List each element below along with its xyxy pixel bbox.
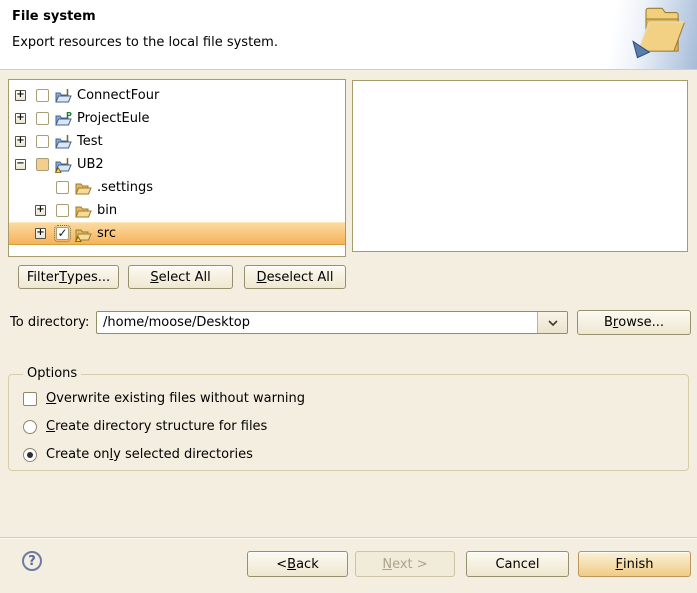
tree-item-label: .settings	[97, 180, 153, 195]
cancel-button[interactable]: Cancel	[466, 551, 569, 577]
expander-icon[interactable]: +	[35, 228, 46, 239]
expander-icon[interactable]: +	[35, 205, 46, 216]
checkbox[interactable]	[36, 135, 49, 148]
footer-separator	[0, 537, 697, 538]
project-p-icon: P	[55, 111, 72, 127]
select-all-button[interactable]: Select All	[128, 265, 233, 289]
checkbox[interactable]	[56, 204, 69, 217]
java-project-icon: J	[55, 88, 72, 104]
checkbox[interactable]	[36, 89, 49, 102]
browse-button[interactable]: Browse...	[577, 310, 691, 335]
expander-icon[interactable]: +	[15, 113, 26, 124]
tree-item-label: ConnectFour	[77, 88, 159, 103]
options-group-title: Options	[23, 366, 81, 381]
to-directory-label: To directory:	[10, 315, 89, 330]
create-selected-label: Create only selected directories	[46, 447, 253, 462]
overwrite-checkbox[interactable]	[23, 392, 37, 406]
folder-icon	[75, 180, 92, 196]
checkbox[interactable]	[36, 158, 49, 171]
tree-row-test[interactable]: + J Test	[9, 130, 345, 153]
create-structure-radio[interactable]	[23, 420, 37, 434]
overwrite-label: Overwrite existing files without warning	[46, 391, 305, 406]
tree-item-label: Test	[77, 134, 103, 149]
expander-spacer	[35, 182, 46, 193]
file-list-panel[interactable]	[352, 80, 688, 252]
help-button[interactable]: ?	[22, 551, 42, 571]
resource-tree[interactable]: + J ConnectFour + P ProjectEule + J Test…	[8, 79, 346, 257]
svg-text:J: J	[65, 134, 69, 143]
tree-row-src[interactable]: + src	[9, 222, 345, 245]
tree-row-ub2[interactable]: − J UB2	[9, 153, 345, 176]
checkbox[interactable]	[56, 227, 69, 240]
tree-item-label: ProjectEule	[77, 111, 150, 126]
banner-graphic	[567, 0, 697, 69]
checkbox[interactable]	[56, 181, 69, 194]
page-subtitle: Export resources to the local file syste…	[12, 35, 278, 50]
chevron-down-icon	[548, 320, 558, 326]
tree-row-connectfour[interactable]: + J ConnectFour	[9, 84, 345, 107]
tree-item-label: bin	[97, 203, 117, 218]
directory-input[interactable]	[97, 312, 537, 333]
filter-types-button[interactable]: Filter Types...	[18, 265, 119, 289]
tree-row-projecteule[interactable]: + P ProjectEule	[9, 107, 345, 130]
tree-row-settings[interactable]: .settings	[9, 176, 345, 199]
options-group: Options Overwrite existing files without…	[8, 374, 689, 471]
svg-text:P: P	[66, 111, 72, 120]
wizard-header: File system Export resources to the loca…	[0, 0, 697, 70]
directory-combo[interactable]	[96, 311, 568, 334]
create-structure-label: Create directory structure for files	[46, 419, 267, 434]
expander-icon[interactable]: +	[15, 90, 26, 101]
deselect-all-button[interactable]: Deselect All	[244, 265, 346, 289]
page-title: File system	[12, 9, 96, 24]
svg-text:J: J	[65, 88, 69, 97]
next-button: Next >	[355, 551, 455, 577]
export-folder-icon	[631, 4, 691, 64]
expander-icon[interactable]: −	[15, 159, 26, 170]
tree-item-label: UB2	[77, 157, 104, 172]
checkbox[interactable]	[36, 112, 49, 125]
svg-text:J: J	[65, 157, 69, 166]
java-project-icon: J	[55, 134, 72, 150]
folder-icon	[75, 203, 92, 219]
folder-warning-icon	[75, 226, 92, 242]
tree-item-label: src	[97, 226, 116, 241]
finish-button[interactable]: Finish	[578, 551, 691, 577]
back-button[interactable]: < Back	[247, 551, 348, 577]
expander-icon[interactable]: +	[15, 136, 26, 147]
create-selected-radio[interactable]	[23, 448, 37, 462]
tree-row-bin[interactable]: + bin	[9, 199, 345, 222]
java-project-warning-icon: J	[55, 157, 72, 173]
combo-dropdown-button[interactable]	[537, 312, 567, 333]
